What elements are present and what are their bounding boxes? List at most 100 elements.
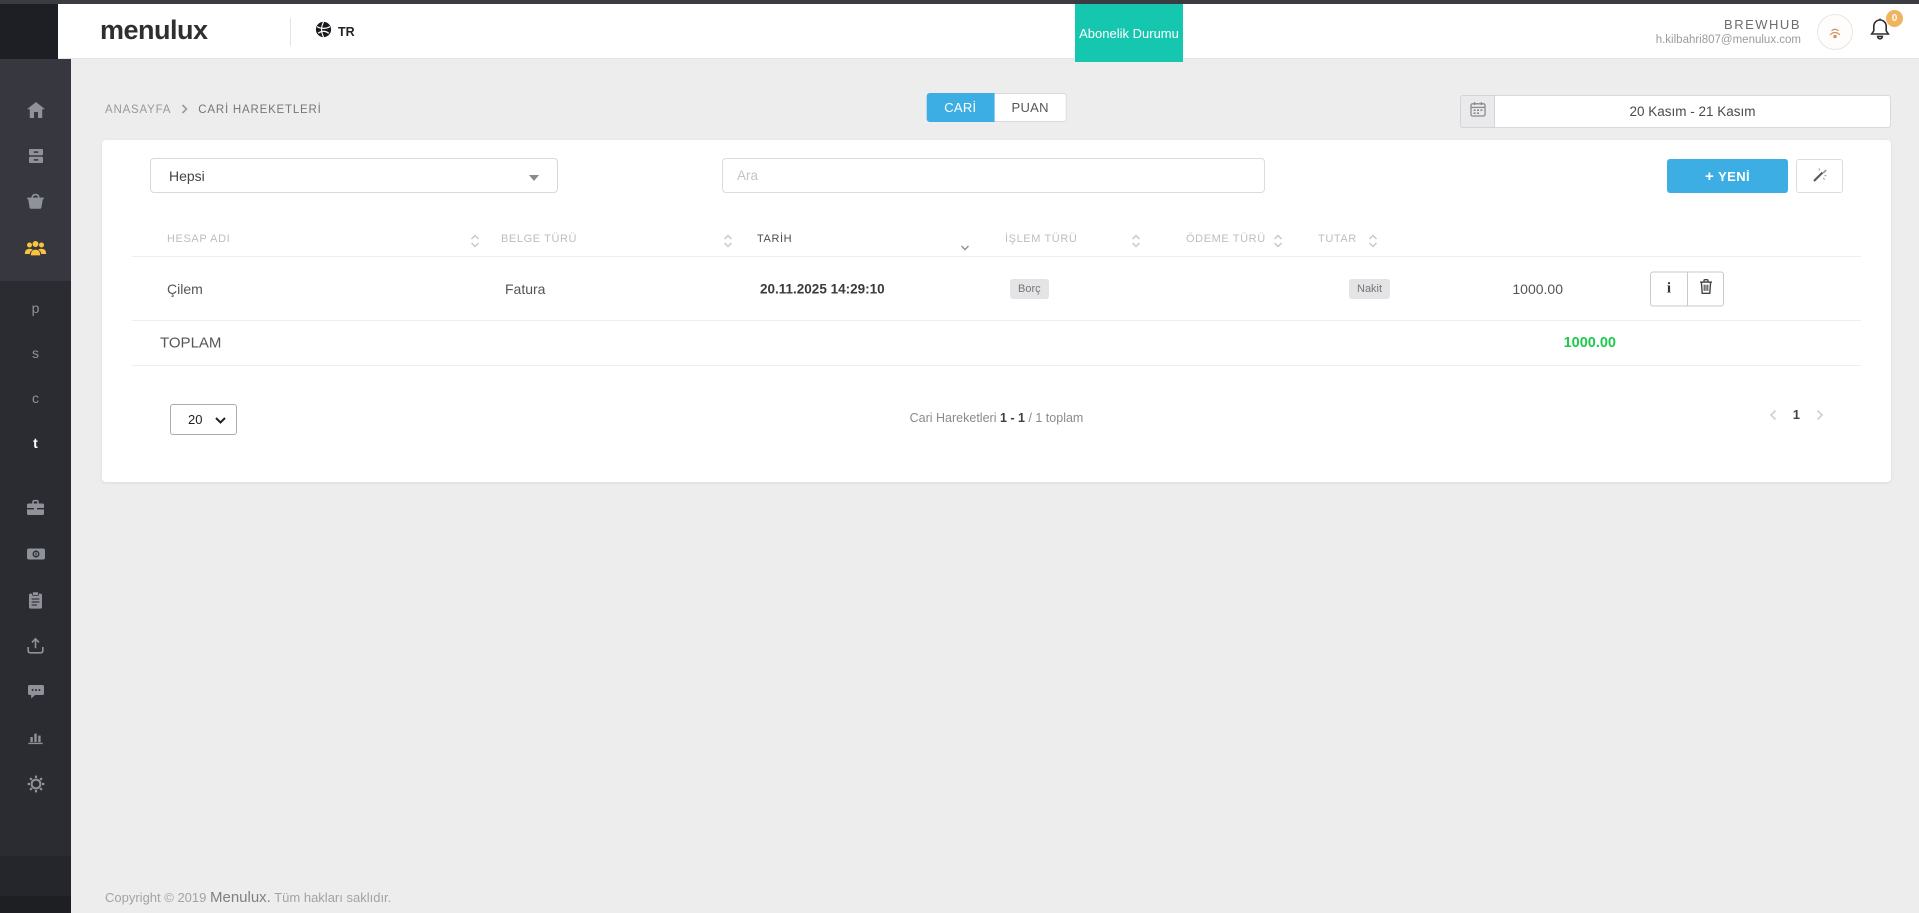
summary-suffix: / 1 toplam (1024, 411, 1084, 425)
sidebar-item-customers-active[interactable] (0, 227, 71, 273)
sidebar-submenu-item-c[interactable]: c (0, 375, 71, 420)
col-header-islem-turu[interactable]: İŞLEM TÜRÜ (1005, 233, 1077, 245)
col-header-tarih[interactable]: TARİH (757, 233, 792, 245)
sidebar-item-settings[interactable] (0, 763, 71, 809)
sidebar-item-products[interactable] (0, 181, 71, 227)
quick-edit-button[interactable] (1796, 159, 1843, 193)
sidebar-group-secondary (0, 487, 71, 809)
gear-icon (27, 775, 45, 798)
cell-belge-turu: Fatura (505, 280, 546, 297)
sidebar-submenu-item-t-active[interactable]: t (0, 420, 71, 465)
sidebar-item-modules[interactable] (0, 135, 71, 181)
col-header-hesap-adi[interactable]: HESAP ADI (167, 233, 230, 245)
new-record-label: YENİ (1718, 168, 1751, 184)
avatar[interactable] (1817, 13, 1853, 50)
col-header-belge-turu[interactable]: BELGE TÜRÜ (501, 233, 577, 245)
date-range-value[interactable]: 20 Kasım - 21 Kasım (1495, 95, 1891, 128)
sidebar-group-main (0, 59, 71, 281)
calendar-icon-box[interactable] (1460, 95, 1495, 128)
home-icon (26, 101, 46, 124)
topbar: ANASAYFA CARİ HAREKETLERİ CARİ PUAN 20 K… (102, 93, 1891, 128)
page-number[interactable]: 1 (1793, 407, 1800, 422)
account-filter-select[interactable]: Hepsi (150, 158, 558, 193)
info-button[interactable]: i (1650, 271, 1687, 306)
footer: Copyright © 2019 Menulux. Tüm hakları sa… (105, 889, 391, 906)
sidebar-item-payments[interactable] (0, 533, 71, 579)
sidebar-submenu-item-s[interactable]: s (0, 330, 71, 375)
col-header-odeme-turu[interactable]: ÖDEME TÜRÜ (1186, 233, 1266, 245)
breadcrumb: ANASAYFA CARİ HAREKETLERİ (105, 101, 322, 119)
subscription-status-button[interactable]: Abonelik Durumu (1075, 4, 1183, 62)
cell-tarih: 20.11.2025 14:29:10 (760, 281, 885, 296)
briefcase-icon (26, 499, 45, 521)
globe-icon (315, 21, 332, 43)
footer-copyright: Copyright © 2019 (105, 890, 210, 905)
pager: 1 (1769, 407, 1824, 422)
search-input[interactable] (722, 158, 1265, 193)
view-tabs: CARİ PUAN (926, 93, 1067, 122)
row-actions: i (1650, 271, 1724, 306)
sort-icon-islem-turu[interactable] (1131, 234, 1141, 253)
sidebar-item-reports[interactable] (0, 579, 71, 625)
footer-brand: Menulux. (209, 889, 271, 906)
sidebar: p s c t (0, 4, 71, 913)
app-logo[interactable]: menulux (100, 15, 208, 46)
bar-chart-icon (27, 730, 44, 750)
prev-page-icon[interactable] (1769, 409, 1777, 421)
sort-icon-tutar[interactable] (1368, 234, 1378, 253)
info-icon: i (1666, 280, 1672, 296)
chat-icon (27, 684, 45, 705)
basket-icon (26, 193, 45, 215)
sidebar-submenu-item-p[interactable]: p (0, 285, 71, 330)
card: Hepsi + YENİ HESAP ADI BELGE TÜRÜ TARİH … (102, 140, 1891, 482)
new-record-button[interactable]: + YENİ (1667, 159, 1788, 193)
sidebar-item-business[interactable] (0, 487, 71, 533)
summary-prefix: Cari Hareketleri (909, 411, 1000, 425)
modules-icon (27, 147, 45, 170)
cell-islem-turu-badge: Borç (1010, 278, 1049, 299)
wand-icon (1811, 166, 1829, 187)
total-value: 1000.00 (1563, 335, 1616, 351)
sidebar-item-export[interactable] (0, 625, 71, 671)
sort-icon-belge-turu[interactable] (723, 234, 733, 253)
sidebar-item-statistics[interactable] (0, 717, 71, 763)
total-label: TOPLAM (160, 334, 222, 352)
calendar-icon (1469, 101, 1486, 122)
delete-button[interactable] (1687, 271, 1724, 306)
table-total-row: TOPLAM 1000.00 (132, 321, 1861, 366)
account-filter-value: Hepsi (169, 167, 205, 184)
next-page-icon[interactable] (1816, 409, 1824, 421)
tab-cari[interactable]: CARİ (926, 93, 995, 122)
footer-rights: Tüm hakları saklıdır. (270, 890, 392, 905)
plus-icon: + (1704, 167, 1715, 185)
chevron-down-icon (529, 168, 539, 184)
tab-puan[interactable]: PUAN (994, 93, 1067, 122)
summary-range: 1 - 1 (999, 411, 1025, 425)
banknote-icon (26, 547, 46, 566)
col-header-tutar[interactable]: TUTAR (1318, 233, 1357, 245)
sort-icon-tarih-desc[interactable] (960, 238, 970, 256)
user-email: h.kilbahri807@menulux.com (1655, 34, 1801, 46)
sidebar-item-home[interactable] (0, 89, 71, 135)
notifications-button[interactable]: 0 (1869, 9, 1903, 47)
navbar: menulux TR Abonelik Durumu BREWHUB h.kil… (58, 4, 1919, 62)
date-range-picker[interactable]: 20 Kasım - 21 Kasım (1460, 95, 1891, 128)
trash-icon (1699, 278, 1713, 299)
sort-icon-odeme-turu[interactable] (1273, 234, 1283, 253)
navbar-divider (290, 18, 291, 46)
user-name: BREWHUB (1724, 17, 1801, 32)
cell-hesap-adi: Çilem (167, 280, 203, 297)
main-content: ANASAYFA CARİ HAREKETLERİ CARİ PUAN 20 K… (71, 59, 1919, 913)
clipboard-icon (28, 590, 43, 614)
sort-icon-hesap-adi[interactable] (470, 234, 480, 253)
notification-count-badge: 0 (1886, 9, 1903, 27)
user-menu[interactable]: BREWHUB h.kilbahri807@menulux.com (1656, 17, 1801, 46)
sidebar-item-messages[interactable] (0, 671, 71, 717)
cell-odeme-turu-badge: Nakit (1349, 278, 1391, 299)
customers-icon (24, 240, 47, 261)
language-label: TR (338, 25, 355, 39)
language-selector[interactable]: TR (315, 18, 355, 46)
cell-tutar: 1000.00 (1512, 280, 1563, 297)
breadcrumb-home[interactable]: ANASAYFA (105, 104, 171, 116)
sidebar-logo-block (0, 4, 58, 59)
